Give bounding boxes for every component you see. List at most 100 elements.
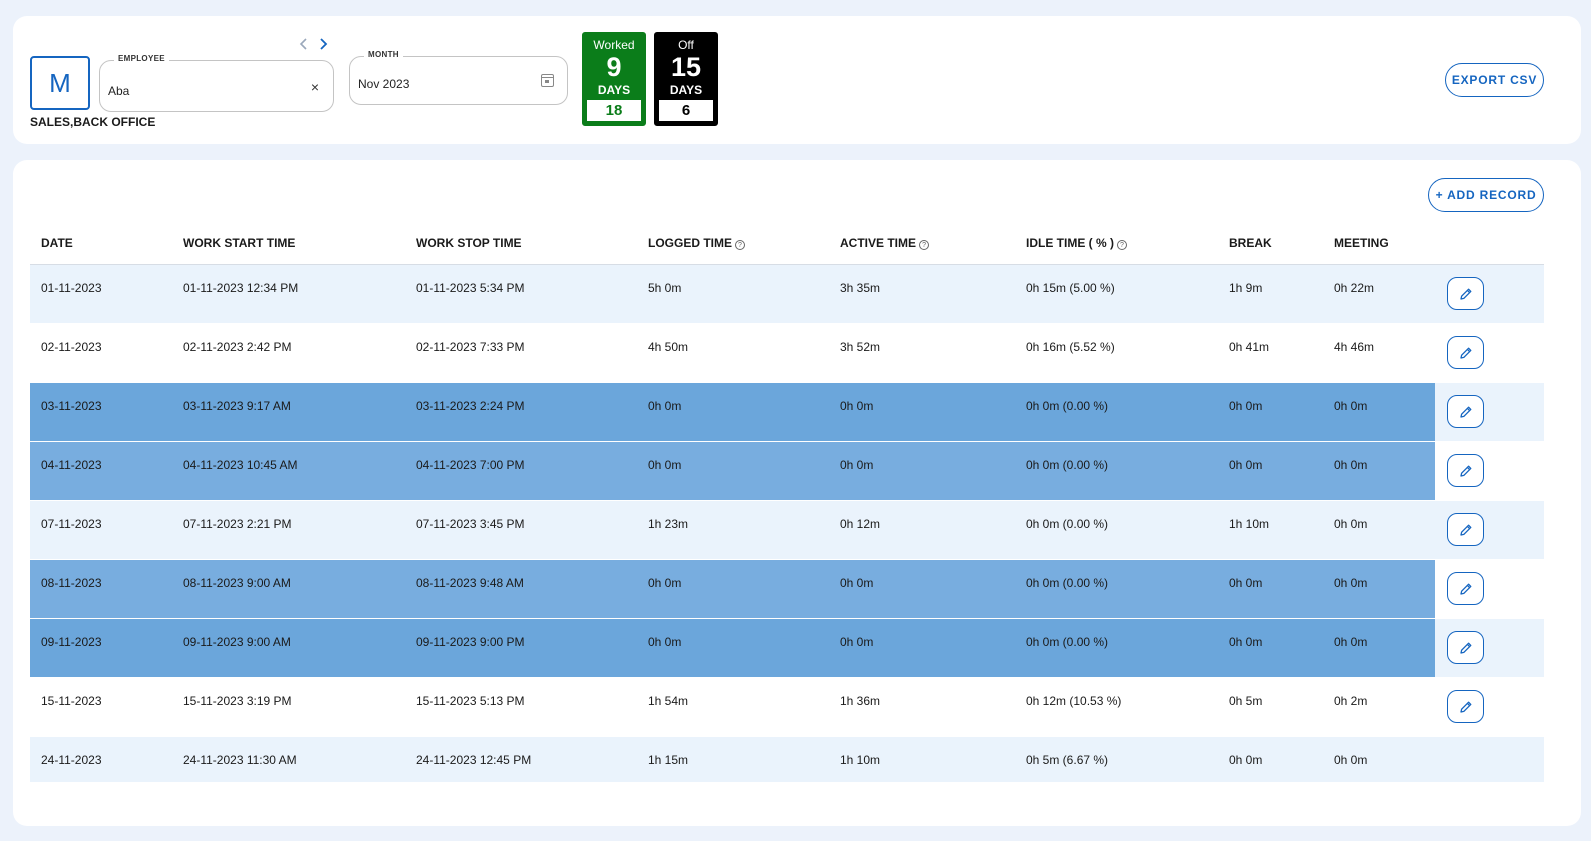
edit-record-button[interactable]	[1447, 513, 1484, 546]
pencil-icon	[1460, 347, 1472, 359]
help-icon[interactable]: ?	[919, 239, 930, 250]
column-header-label: LOGGED TIME	[648, 235, 732, 250]
pencil-icon	[1460, 701, 1472, 713]
cell-work-stop-time: 08-11-2023 9:48 AM	[405, 559, 637, 619]
cell-work-start-time: 08-11-2023 9:00 AM	[172, 559, 405, 619]
cell-date: 09-11-2023	[30, 618, 172, 678]
month-field-label: MONTH	[364, 50, 403, 59]
edit-record-button[interactable]	[1447, 336, 1484, 369]
column-header-label: BREAK	[1229, 235, 1272, 250]
cell-work-stop-time: 02-11-2023 7:33 PM	[405, 323, 637, 383]
column-header-actions	[1435, 222, 1544, 265]
help-icon[interactable]: ?	[1117, 239, 1127, 250]
cell-work-stop-time: 04-11-2023 7:00 PM	[405, 441, 637, 501]
cell-idle-time: 0h 0m (0.00 %)	[1015, 382, 1218, 442]
pencil-icon	[1460, 406, 1472, 418]
off-subcount: 6	[659, 100, 713, 121]
edit-record-button[interactable]	[1447, 277, 1484, 310]
cell-idle-time: 0h 0m (0.00 %)	[1015, 559, 1218, 619]
cell-work-start-time: 07-11-2023 2:21 PM	[172, 500, 405, 560]
export-csv-button[interactable]: EXPORT CSV	[1445, 63, 1544, 97]
off-count: 15	[670, 52, 702, 82]
column-header-work-stop-time: WORK STOP TIME	[405, 222, 637, 265]
worked-days-box: Worked 9 DAYS 18	[582, 32, 646, 126]
cell-work-stop-time: 07-11-2023 3:45 PM	[405, 500, 637, 560]
cell-work-start-time: 01-11-2023 12:34 PM	[172, 264, 405, 324]
cell-actions	[1435, 618, 1544, 678]
pencil-icon	[1460, 524, 1472, 536]
cell-active-time: 0h 12m	[829, 500, 1015, 560]
column-header-label: ACTIVE TIME	[840, 235, 917, 250]
cell-date: 02-11-2023	[30, 323, 172, 383]
pencil-icon	[1460, 465, 1472, 477]
cell-logged-time: 5h 0m	[637, 264, 829, 324]
cell-logged-time: 0h 0m	[637, 559, 829, 619]
chevron-right-icon[interactable]	[315, 34, 331, 54]
edit-record-button[interactable]	[1447, 690, 1484, 723]
edit-record-button[interactable]	[1447, 395, 1484, 428]
cell-actions	[1435, 677, 1544, 737]
cell-work-stop-time: 09-11-2023 9:00 PM	[405, 618, 637, 678]
employee-field-value[interactable]: Aba	[108, 84, 129, 98]
off-days-box: Off 15 DAYS 6	[654, 32, 718, 126]
cell-meeting: 0h 2m	[1323, 677, 1435, 737]
cell-date: 03-11-2023	[30, 382, 172, 442]
column-header-break: BREAK	[1218, 222, 1323, 265]
cell-active-time: 0h 0m	[829, 559, 1015, 619]
close-icon[interactable]: ×	[311, 79, 319, 95]
cell-actions	[1435, 441, 1544, 501]
cell-actions	[1435, 559, 1544, 619]
month-field[interactable]: MONTH Nov 2023	[349, 50, 568, 105]
cell-logged-time: 1h 23m	[637, 500, 829, 560]
cell-break: 0h 0m	[1218, 382, 1323, 442]
cell-actions	[1435, 736, 1544, 783]
cell-date: 24-11-2023	[30, 736, 172, 783]
cell-work-stop-time: 01-11-2023 5:34 PM	[405, 264, 637, 324]
edit-record-button[interactable]	[1447, 572, 1484, 605]
off-title: Off	[678, 38, 694, 52]
cell-actions	[1435, 323, 1544, 383]
attendance-card: + ADD RECORD DATE WORK START TIME WORK STO…	[13, 160, 1581, 826]
cell-active-time: 1h 36m	[829, 677, 1015, 737]
worked-unit: DAYS	[597, 83, 631, 97]
edit-record-button[interactable]	[1447, 454, 1484, 487]
cell-date: 07-11-2023	[30, 500, 172, 560]
cell-logged-time: 0h 0m	[637, 441, 829, 501]
cell-logged-time: 0h 0m	[637, 618, 829, 678]
cell-break: 1h 9m	[1218, 264, 1323, 324]
cell-work-start-time: 24-11-2023 11:30 AM	[172, 736, 405, 783]
edit-record-button[interactable]	[1447, 631, 1484, 664]
column-header-logged-time: LOGGED TIME?	[637, 222, 829, 265]
chevron-left-icon[interactable]	[296, 34, 312, 54]
cell-active-time: 0h 0m	[829, 382, 1015, 442]
employee-summary-card: M SALES,BACK OFFICE EMPLOYEE Aba × MONTH…	[13, 16, 1581, 144]
cell-meeting: 0h 0m	[1323, 382, 1435, 442]
avatar: M	[30, 56, 90, 110]
cell-meeting: 0h 0m	[1323, 500, 1435, 560]
employee-field-label: EMPLOYEE	[114, 54, 169, 63]
cell-break: 0h 5m	[1218, 677, 1323, 737]
table-row: 01-11-2023 01-11-2023 12:34 PM 01-11-2023 …	[30, 264, 1544, 324]
cell-idle-time: 0h 0m (0.00 %)	[1015, 441, 1218, 501]
cell-meeting: 0h 0m	[1323, 559, 1435, 619]
cell-idle-time: 0h 15m (5.00 %)	[1015, 264, 1218, 324]
cell-date: 15-11-2023	[30, 677, 172, 737]
column-header-work-start-time: WORK START TIME	[172, 222, 405, 265]
add-record-button[interactable]: + ADD RECORD	[1428, 178, 1544, 212]
cell-break: 0h 0m	[1218, 559, 1323, 619]
cell-idle-time: 0h 0m (0.00 %)	[1015, 618, 1218, 678]
cell-actions	[1435, 500, 1544, 560]
pencil-icon	[1460, 583, 1472, 595]
cell-break: 0h 0m	[1218, 736, 1323, 783]
cell-logged-time: 1h 54m	[637, 677, 829, 737]
calendar-icon[interactable]	[541, 74, 554, 87]
cell-actions	[1435, 264, 1544, 324]
cell-work-start-time: 03-11-2023 9:17 AM	[172, 382, 405, 442]
month-field-value[interactable]: Nov 2023	[358, 77, 409, 91]
worked-count: 9	[606, 52, 622, 82]
table-row: 02-11-2023 02-11-2023 2:42 PM 02-11-2023 7…	[30, 323, 1544, 383]
help-icon[interactable]: ?	[735, 239, 745, 250]
cell-logged-time: 4h 50m	[637, 323, 829, 383]
employee-field[interactable]: EMPLOYEE Aba ×	[99, 54, 334, 112]
cell-meeting: 4h 46m	[1323, 323, 1435, 383]
